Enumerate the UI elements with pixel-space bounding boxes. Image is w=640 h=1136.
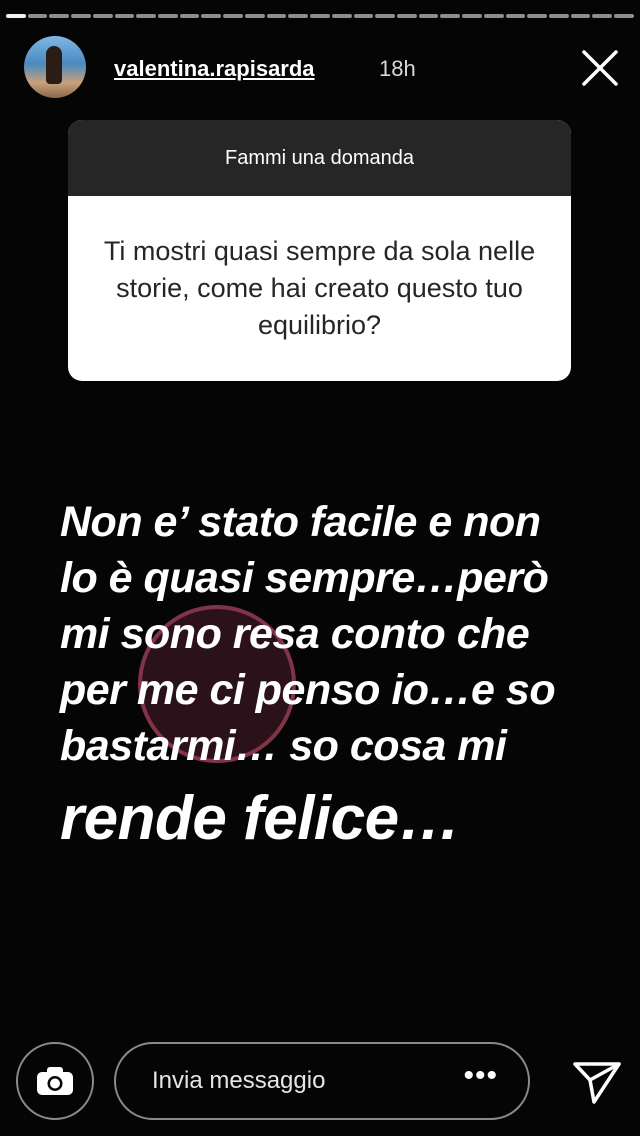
answer-line: mi sono resa conto che bbox=[60, 610, 530, 658]
story-progress-segment bbox=[223, 14, 243, 18]
story-progress-segment bbox=[201, 14, 222, 18]
message-input[interactable]: Invia messaggio ••• bbox=[114, 1042, 530, 1120]
story-progress-segment bbox=[418, 14, 439, 18]
question-text: Ti mostri quasi sempre da sola nelle sto… bbox=[103, 236, 536, 340]
answer-line: bastarmi… so cosa mi bbox=[60, 722, 507, 770]
camera-icon bbox=[37, 1067, 73, 1095]
story-progress-segment bbox=[396, 14, 417, 18]
avatar-photo bbox=[46, 46, 62, 84]
story-progress-segment bbox=[331, 14, 352, 18]
story-progress-segment bbox=[505, 14, 526, 18]
answer-line: lo è quasi sempre…però bbox=[60, 554, 549, 602]
answer-text: Non e’ stato facile e non lo è quasi sem… bbox=[60, 494, 620, 860]
story-progress-segment bbox=[527, 14, 547, 18]
camera-button[interactable] bbox=[16, 1042, 94, 1120]
post-time: 18h bbox=[379, 56, 416, 81]
story-progress-segment bbox=[136, 14, 157, 18]
story-progress-segment bbox=[548, 14, 569, 18]
question-sticker[interactable]: Fammi una domanda Ti mostri quasi sempre… bbox=[68, 120, 571, 381]
message-placeholder: Invia messaggio bbox=[152, 1067, 326, 1094]
story-progress-segment bbox=[462, 14, 482, 18]
story-progress-segment bbox=[353, 14, 374, 18]
reply-bar: Invia messaggio ••• bbox=[16, 1042, 624, 1122]
story-progress-segment bbox=[114, 14, 135, 18]
story-progress-segment bbox=[375, 14, 395, 18]
story-progress-bar bbox=[6, 14, 634, 18]
story-progress-segment bbox=[158, 14, 178, 18]
more-options-icon[interactable]: ••• bbox=[463, 1061, 498, 1091]
story-progress-segment bbox=[266, 14, 287, 18]
story-progress-segment bbox=[27, 14, 48, 18]
avatar[interactable] bbox=[24, 36, 86, 98]
story-progress-segment bbox=[440, 14, 461, 18]
story-progress-segment bbox=[49, 14, 70, 18]
send-icon[interactable] bbox=[570, 1054, 624, 1108]
story-progress-segment bbox=[570, 14, 591, 18]
story-progress-segment bbox=[244, 14, 265, 18]
answer-line: rende felice… bbox=[60, 784, 461, 853]
story-header: valentina.rapisarda 18h bbox=[24, 36, 620, 100]
story-progress-segment bbox=[483, 14, 504, 18]
story-progress-segment bbox=[310, 14, 330, 18]
answer-line: per me ci penso io…e so bbox=[60, 666, 556, 714]
answer-line: Non e’ stato facile e non bbox=[60, 498, 541, 546]
question-sticker-title: Fammi una domanda bbox=[68, 120, 571, 196]
story-progress-segment bbox=[288, 14, 309, 18]
story-progress-segment bbox=[71, 14, 91, 18]
username-link[interactable]: valentina.rapisarda bbox=[114, 56, 315, 82]
story-progress-segment bbox=[92, 14, 113, 18]
story-progress-segment bbox=[592, 14, 613, 18]
close-icon[interactable] bbox=[580, 48, 620, 88]
story-progress-segment bbox=[6, 14, 26, 18]
story-progress-segment bbox=[179, 14, 200, 18]
story-progress-segment bbox=[614, 14, 634, 18]
